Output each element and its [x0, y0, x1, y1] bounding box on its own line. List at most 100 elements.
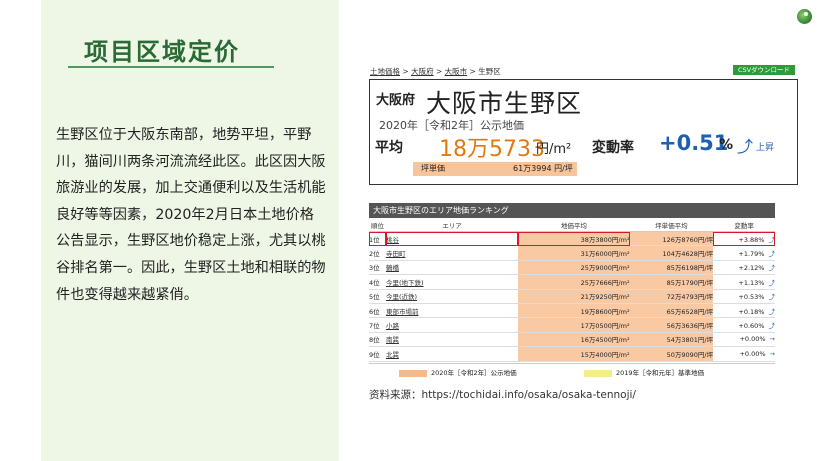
change-cell: +1.79% ⤴	[713, 245, 775, 261]
legend-item: 2020年［令和2年］公示地価	[399, 367, 517, 377]
title-underline	[68, 66, 274, 68]
prefecture-label: 大阪府	[376, 93, 416, 108]
change-cell: +1.13% ⤴	[713, 274, 776, 290]
tsubo-price-cell-text: 72万4793円/坪	[666, 293, 714, 302]
slide-title: 项目区域定价	[84, 38, 240, 66]
average-price-cell: 25万9000円/m²	[518, 260, 630, 276]
rank-cell: 6位	[369, 303, 386, 319]
trend-arrow-icon: ⤴	[768, 264, 776, 273]
tsubo-price-cell: 126万8760円/坪	[629, 231, 714, 247]
area-link-text: 寺田町	[385, 250, 406, 259]
rank-cell: 7位	[369, 317, 386, 333]
legend-swatch	[584, 369, 612, 377]
column-header: 坪単価平均	[629, 218, 714, 232]
area-link[interactable]: 鶴橋	[385, 260, 519, 276]
rank-cell: 4位	[369, 274, 386, 290]
tsubo-price-cell-text: 85万1790円/坪	[666, 278, 714, 287]
average-price-cell: 25万7666円/m²	[518, 274, 630, 290]
change-cell: +3.88% ⤴	[713, 231, 776, 247]
legend-label: 2020年［令和2年］公示地価	[431, 369, 517, 377]
breadcrumb-item[interactable]: 大阪市	[445, 67, 468, 76]
column-header: 変動率	[713, 218, 775, 232]
table-row: 3位 鶴橋 25万9000円/m² 85万6198円/坪 +2.12% ⤴	[369, 260, 776, 276]
rank-cell: 1位	[369, 231, 386, 247]
change-cell: +0.00% →	[713, 346, 775, 362]
trend-arrow-icon: ⤴	[768, 278, 776, 287]
area-link-text: 桃谷	[385, 235, 399, 244]
area-link-text: 北巽	[385, 350, 399, 359]
rank-cell: 9位	[369, 346, 386, 362]
csv-download-button[interactable]: CSVダウンロード	[733, 65, 795, 75]
rank-cell: 2位	[369, 245, 386, 261]
breadcrumb-separator: >	[435, 67, 443, 76]
change-cell: +2.12% ⤴	[713, 260, 776, 276]
trend-arrow-icon: ⤴	[768, 235, 776, 244]
tsubo-price-cell: 56万3636円/坪	[629, 317, 714, 333]
change-value: +0.51	[659, 131, 729, 155]
tsubo-price-bar: 坪単価 61万3994 円/坪	[413, 162, 577, 176]
area-link[interactable]: 北巽	[385, 346, 519, 362]
area-link-text: 東部市場前	[385, 307, 419, 316]
trend-arrow-icon: ⤴	[768, 322, 776, 331]
average-price-cell-text: 25万7666円/m²	[580, 278, 630, 287]
area-link[interactable]: 桃谷	[385, 231, 519, 247]
tsubo-price-cell-text: 65万6528円/坪	[666, 307, 714, 316]
tsubo-price-cell: 65万6528円/坪	[629, 303, 714, 319]
area-link-text: 今里(地下鉄)	[385, 278, 424, 287]
breadcrumb-item[interactable]: 土地価格	[370, 67, 400, 76]
average-label: 平均	[375, 140, 403, 156]
table-row: 4位 今里(地下鉄) 25万7666円/m² 85万1790円/坪 +1.13% ⤴	[369, 274, 776, 290]
table-row: 6位 東部市場前 19万8600円/m² 65万6528円/坪 +0.18% ⤴	[369, 303, 776, 319]
average-price-cell-text: 25万9000円/m²	[580, 264, 630, 273]
area-link-text: 小路	[385, 322, 399, 331]
tsubo-price-cell: 85万1790円/坪	[629, 274, 714, 290]
area-link[interactable]: 東部市場前	[385, 303, 519, 319]
tsubo-price-cell-text: 54万3801円/坪	[666, 336, 714, 345]
average-price-cell: 15万4000円/m²	[518, 346, 630, 362]
tsubo-price-cell-text: 50万9090円/坪	[666, 350, 714, 359]
area-link-text: 南巽	[385, 336, 399, 345]
average-price-cell-text: 21万9250円/m²	[580, 293, 630, 302]
change-cell-text: +2.12%	[738, 264, 765, 273]
average-price-cell: 21万9250円/m²	[518, 289, 630, 304]
change-cell-text: +0.18%	[738, 307, 765, 316]
area-link[interactable]: 今里(近鉄)	[385, 289, 519, 304]
trend-arrow-icon: ⤴	[768, 307, 776, 316]
tsubo-value: 61万3994 円/坪	[513, 164, 573, 173]
breadcrumb-item[interactable]: 大阪府	[411, 67, 434, 76]
trend-arrow-icon: →	[769, 335, 775, 344]
city-title: 大阪市生野区	[426, 89, 583, 118]
rank-cell-text: 1位	[369, 235, 380, 244]
tsubo-price-cell-text: 56万3636円/坪	[666, 322, 714, 331]
table-row: 9位 北巽 15万4000円/m² 50万9090円/坪 +0.00% →	[369, 346, 775, 362]
change-label: 変動率	[592, 140, 634, 156]
table-row: 8位 南巽 16万4500円/m² 54万3801円/坪 +0.00% →	[369, 332, 775, 348]
average-price-cell: 16万4500円/m²	[518, 332, 630, 348]
legend-label: 2019年［令和元年］基準地価	[616, 369, 705, 377]
area-link[interactable]: 小路	[385, 317, 519, 333]
tsubo-price-cell-text: 126万8760円/坪	[662, 235, 714, 244]
legend-item: 2019年［令和元年］基準地価	[584, 367, 704, 377]
area-link-text: 鶴橋	[385, 264, 399, 273]
area-link[interactable]: 今里(地下鉄)	[385, 274, 519, 290]
area-link[interactable]: 南巽	[385, 332, 519, 348]
average-value: 18万5733	[439, 137, 545, 162]
tsubo-label: 坪単価	[421, 164, 445, 173]
rank-cell-text: 3位	[369, 264, 380, 273]
change-cell-text: +0.53%	[738, 293, 765, 302]
legend-swatch	[399, 369, 427, 377]
area-link[interactable]: 寺田町	[385, 245, 519, 261]
rank-cell-text: 4位	[369, 278, 380, 287]
trend-arrow-icon: →	[769, 349, 775, 358]
table-row: 2位 寺田町 31万6000円/m² 104万4628円/坪 +1.79% ⤴	[369, 245, 775, 261]
average-price-cell: 38万3800円/m²	[518, 231, 630, 247]
change-cell-text: +0.00%	[739, 335, 766, 344]
table-row: 1位 桃谷 38万3800円/m² 126万8760円/坪 +3.88% ⤴	[369, 231, 776, 247]
rank-cell-text: 6位	[369, 307, 380, 316]
table-row: 7位 小路 17万0500円/m² 56万3636円/坪 +0.60% ⤴	[369, 317, 776, 333]
rank-cell-text: 9位	[369, 350, 380, 359]
tsubo-price-cell-text: 85万6198円/坪	[666, 264, 714, 273]
rank-cell: 5位	[369, 289, 386, 304]
change-unit: %	[719, 137, 734, 153]
average-price-cell-text: 17万0500円/m²	[580, 322, 630, 331]
